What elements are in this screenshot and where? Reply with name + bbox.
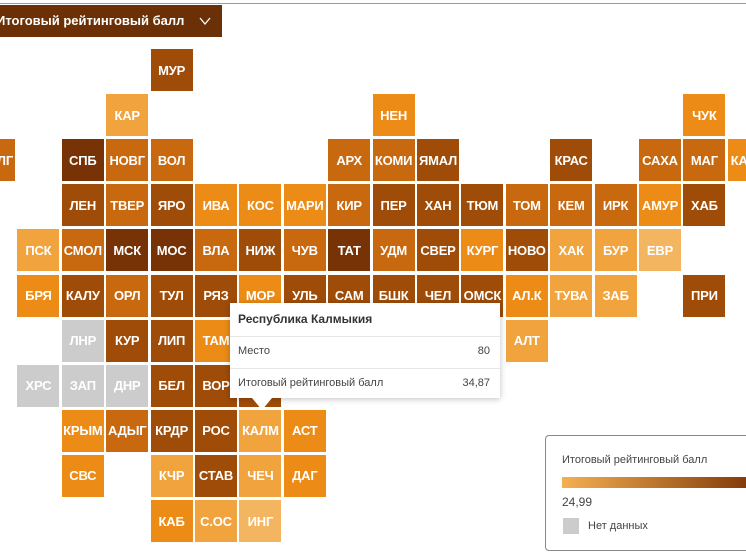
region-tile[interactable]: АРХ	[328, 139, 371, 182]
region-tile[interactable]: КРЫМ	[61, 409, 104, 452]
chevron-down-icon	[199, 17, 211, 26]
region-tile[interactable]: СВЕР	[417, 229, 459, 272]
region-tile[interactable]: МОС	[150, 229, 193, 272]
region-tile[interactable]: ЧУВ	[283, 229, 326, 272]
region-tile[interactable]: НЕН	[372, 94, 415, 137]
region-tile[interactable]: ТОМ	[505, 184, 548, 227]
legend-min-value: 24,99	[562, 495, 593, 509]
region-tile[interactable]: ЧЕЧ	[239, 454, 282, 497]
tooltip-arrow	[252, 398, 272, 410]
region-tile[interactable]: ЕВР	[639, 229, 681, 272]
region-tile[interactable]: КЕМ	[550, 184, 593, 227]
region-tile[interactable]: НИЖ	[239, 229, 282, 272]
region-tile[interactable]: КАБ	[150, 500, 193, 542]
legend-title: Итоговый рейтинговый балл	[562, 454, 708, 466]
region-tile[interactable]: МАРИ	[283, 184, 326, 227]
region-tile[interactable]: АЛ.К	[505, 274, 548, 317]
region-tile[interactable]: КОС	[239, 184, 282, 227]
region-tile[interactable]: ИНГ	[239, 500, 282, 542]
region-tile[interactable]: РОС	[195, 409, 237, 452]
region-tile[interactable]: ХРС	[17, 364, 60, 407]
metric-dropdown[interactable]: Итоговый рейтинговый балл	[0, 5, 222, 37]
region-tile[interactable]: ЗАБ	[594, 274, 637, 317]
region-tile[interactable]: КУР	[106, 319, 149, 362]
region-tile[interactable]: ВЛА	[195, 229, 237, 272]
no-data-swatch	[563, 518, 579, 534]
region-tile[interactable]: КОМИ	[372, 139, 415, 182]
region-tile[interactable]: БЕЛ	[150, 364, 193, 407]
region-tile[interactable]: МУР	[150, 49, 193, 91]
region-tile[interactable]: СПБ	[61, 139, 104, 182]
region-tile[interactable]: ТУВА	[550, 274, 593, 317]
region-tile[interactable]: ВОЛ	[150, 139, 193, 182]
region-tooltip: Республика Калмыкия Место 80 Итоговый ре…	[230, 303, 500, 410]
region-tile[interactable]: УДМ	[372, 229, 415, 272]
region-tile[interactable]: ТВЕР	[106, 184, 149, 227]
region-tile[interactable]: ПСК	[17, 229, 60, 272]
region-tile[interactable]: КАЛМ	[239, 409, 282, 452]
region-tile[interactable]: МАГ	[683, 139, 726, 182]
tooltip-score-label: Итоговый рейтинговый балл	[238, 377, 384, 389]
region-tile[interactable]: КАМ	[727, 139, 746, 182]
region-tile[interactable]: С.ОС	[195, 500, 237, 542]
region-tile[interactable]: ЯРО	[150, 184, 193, 227]
divider	[230, 368, 500, 369]
region-tile[interactable]: СВС	[61, 454, 104, 497]
no-data-label: Нет данных	[588, 520, 648, 532]
region-tile[interactable]: ПЕР	[372, 184, 415, 227]
region-tile[interactable]: КРАС	[550, 139, 593, 182]
region-tile[interactable]: АМУР	[639, 184, 681, 227]
region-tile[interactable]: САХА	[639, 139, 681, 182]
region-tile[interactable]: ТАТ	[328, 229, 371, 272]
region-tile[interactable]: ХАК	[550, 229, 593, 272]
region-tile[interactable]: ИРК	[594, 184, 637, 227]
legend-gradient-bar	[562, 477, 746, 488]
region-tile[interactable]: АЛТ	[505, 319, 548, 362]
region-tile[interactable]: ХАБ	[683, 184, 726, 227]
region-tile[interactable]: ЛЕН	[61, 184, 104, 227]
region-tile[interactable]: ПРИ	[683, 274, 726, 317]
region-tile[interactable]: КЛГ	[0, 139, 15, 182]
tooltip-rank-value: 80	[477, 345, 490, 357]
legend: Итоговый рейтинговый балл 24,99 Нет данн…	[545, 435, 746, 551]
region-tile[interactable]: СТАВ	[195, 454, 237, 497]
region-tile[interactable]: ЛНР	[61, 319, 104, 362]
region-tile[interactable]: ИВА	[195, 184, 237, 227]
region-tile[interactable]: ЗАП	[61, 364, 104, 407]
region-tile[interactable]: ОРЛ	[106, 274, 149, 317]
tooltip-rank-label: Место	[238, 345, 270, 357]
region-tile[interactable]: АСТ	[283, 409, 326, 452]
region-tile[interactable]: КУРГ	[461, 229, 504, 272]
region-tile[interactable]: КАР	[106, 94, 149, 137]
region-tile[interactable]: БРЯ	[17, 274, 60, 317]
region-tile[interactable]: КРДР	[150, 409, 193, 452]
tooltip-score-value: 34,87	[462, 377, 490, 389]
region-tile[interactable]: НОВГ	[106, 139, 149, 182]
region-tile[interactable]: ДАГ	[283, 454, 326, 497]
metric-dropdown-label: Итоговый рейтинговый балл	[0, 13, 185, 28]
region-tile[interactable]: ЧУК	[683, 94, 726, 137]
region-tile[interactable]: КАЛУ	[61, 274, 104, 317]
region-tile[interactable]: АДЫГ	[106, 409, 149, 452]
region-tile[interactable]: ЯМАЛ	[417, 139, 459, 182]
region-tile[interactable]: КЧР	[150, 454, 193, 497]
region-tile[interactable]: ТУЛ	[150, 274, 193, 317]
region-tile[interactable]: СМОЛ	[61, 229, 104, 272]
region-tile[interactable]: ЛИП	[150, 319, 193, 362]
region-tile[interactable]: ХАН	[417, 184, 459, 227]
tooltip-title: Республика Калмыкия	[238, 312, 373, 326]
region-tile[interactable]: БУР	[594, 229, 637, 272]
divider	[230, 336, 500, 337]
region-tile[interactable]: МСК	[106, 229, 149, 272]
region-tile[interactable]: ТЮМ	[461, 184, 504, 227]
region-tile[interactable]: ДНР	[106, 364, 149, 407]
region-tile[interactable]: НОВО	[505, 229, 548, 272]
region-tile[interactable]: КИР	[328, 184, 371, 227]
